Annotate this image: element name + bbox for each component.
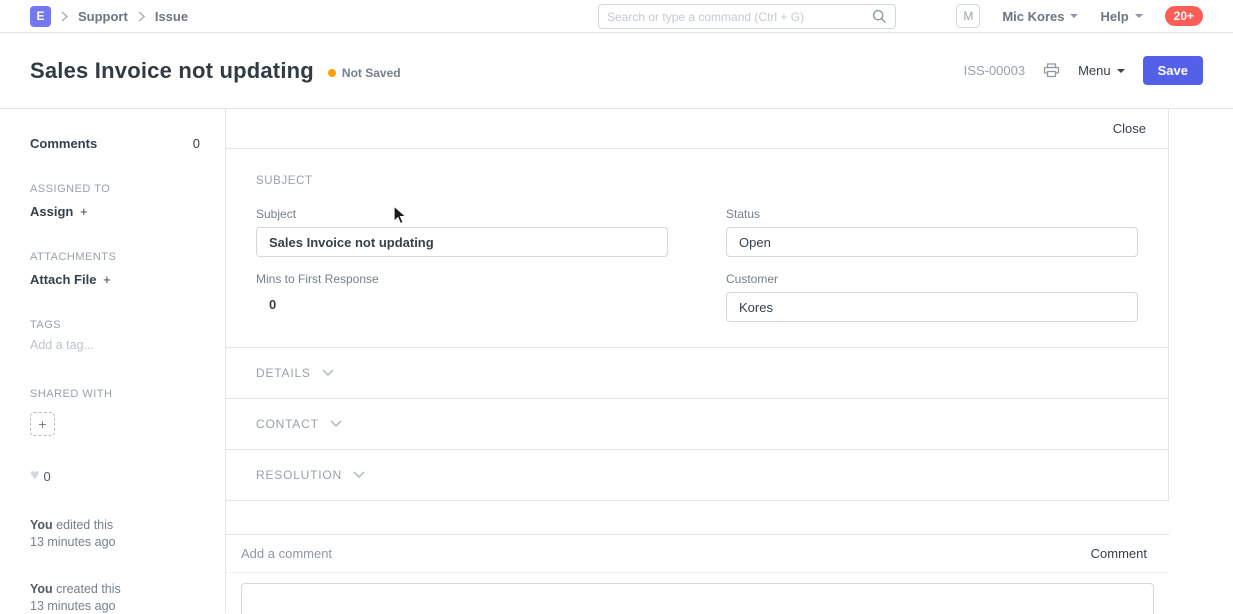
user-avatar[interactable]: M (956, 4, 980, 28)
chevron-right-icon (61, 11, 68, 22)
app-logo[interactable]: E (30, 6, 51, 27)
global-search[interactable] (598, 4, 896, 29)
section-contact-toggle[interactable]: CONTACT (226, 398, 1168, 449)
plus-icon: + (103, 272, 111, 287)
doc-id: ISS-00003 (964, 63, 1025, 78)
navbar: E Support Issue M Mic Kores Help 20+ (0, 0, 1233, 33)
page-head: Sales Invoice not updating Not Saved ISS… (0, 33, 1233, 109)
add-comment-prompt[interactable]: Add a comment (241, 546, 332, 561)
breadcrumb-issue[interactable]: Issue (155, 9, 188, 24)
activity-created: You created this 13 minutes ago (30, 581, 200, 614)
like-count: 0 (44, 469, 51, 484)
user-menu[interactable]: Mic Kores (1002, 9, 1078, 24)
activity-actor: You (30, 518, 53, 532)
search-input[interactable] (599, 10, 872, 24)
plus-icon: + (38, 416, 46, 432)
assigned-to-heading: ASSIGNED TO (30, 183, 200, 195)
status-field-label: Status (726, 207, 1138, 221)
page-title: Sales Invoice not updating (30, 58, 314, 84)
help-label: Help (1100, 9, 1128, 24)
indicator-dot-icon (328, 69, 336, 77)
section-resolution-label: RESOLUTION (256, 468, 342, 482)
shared-with-heading: SHARED WITH (30, 388, 200, 400)
section-details-toggle[interactable]: DETAILS (226, 347, 1168, 398)
comment-textarea[interactable] (241, 583, 1154, 614)
tags-heading: TAGS (30, 319, 200, 331)
customer-field-input[interactable] (726, 292, 1138, 322)
status-indicator: Not Saved (328, 66, 401, 80)
mins-first-response-value: 0 (256, 297, 668, 312)
status-field-input[interactable] (726, 227, 1138, 257)
activity-when: 13 minutes ago (30, 535, 115, 549)
chevron-down-icon (330, 420, 342, 428)
like-button[interactable]: ♥ 0 (30, 468, 200, 484)
section-contact-label: CONTACT (256, 417, 319, 431)
add-share-button[interactable]: + (30, 412, 55, 436)
print-icon[interactable] (1043, 63, 1060, 78)
add-tag-input[interactable]: Add a tag... (30, 338, 200, 352)
section-resolution-toggle[interactable]: RESOLUTION (226, 449, 1168, 500)
activity-action: edited this (56, 518, 113, 532)
section-details-label: DETAILS (256, 366, 311, 380)
activity-action: created this (56, 582, 121, 596)
attachments-heading: ATTACHMENTS (30, 251, 200, 263)
form-main: Close SUBJECT Subject Mins to First Resp… (226, 109, 1233, 613)
mins-first-response-label: Mins to First Response (256, 272, 668, 286)
save-button[interactable]: Save (1143, 56, 1203, 85)
form-container: Close SUBJECT Subject Mins to First Resp… (226, 109, 1169, 501)
chevron-down-icon (1070, 14, 1078, 18)
section-subject: SUBJECT Subject Mins to First Response 0… (226, 149, 1168, 347)
search-icon (872, 9, 887, 24)
sidebar-item-comments[interactable]: Comments 0 (30, 136, 200, 151)
chevron-down-icon (353, 471, 365, 479)
chevron-down-icon (1135, 14, 1143, 18)
menu-label: Menu (1078, 63, 1111, 78)
user-name: Mic Kores (1002, 9, 1064, 24)
subject-field-label: Subject (256, 207, 668, 221)
comments-count: 0 (193, 136, 200, 151)
subject-field-input[interactable] (256, 227, 668, 257)
assign-button[interactable]: Assign + (30, 204, 200, 219)
comment-section: Add a comment Comment (226, 534, 1169, 614)
comments-label: Comments (30, 136, 97, 151)
close-row: Close (226, 109, 1168, 149)
assign-label: Assign (30, 204, 73, 219)
comment-button[interactable]: Comment (1091, 546, 1147, 561)
attach-file-label: Attach File (30, 272, 96, 287)
notifications-badge[interactable]: 20+ (1165, 6, 1203, 26)
menu-button[interactable]: Menu (1078, 63, 1125, 78)
section-subject-heading: SUBJECT (256, 175, 1138, 187)
activity-when: 13 minutes ago (30, 599, 115, 613)
customer-field-label: Customer (726, 272, 1138, 286)
indicator-label: Not Saved (342, 66, 401, 80)
breadcrumb-support[interactable]: Support (78, 9, 128, 24)
plus-icon: + (80, 204, 88, 219)
heart-icon: ♥ (30, 468, 40, 484)
chevron-down-icon (322, 369, 334, 377)
chevron-down-icon (1117, 69, 1125, 73)
close-button[interactable]: Close (1113, 121, 1146, 136)
activity-actor: You (30, 582, 53, 596)
attach-file-button[interactable]: Attach File + (30, 272, 200, 287)
form-sidebar: Comments 0 ASSIGNED TO Assign + ATTACHME… (0, 109, 226, 613)
help-menu[interactable]: Help (1100, 9, 1142, 24)
chevron-right-icon (138, 11, 145, 22)
activity-edited: You edited this 13 minutes ago (30, 517, 200, 551)
